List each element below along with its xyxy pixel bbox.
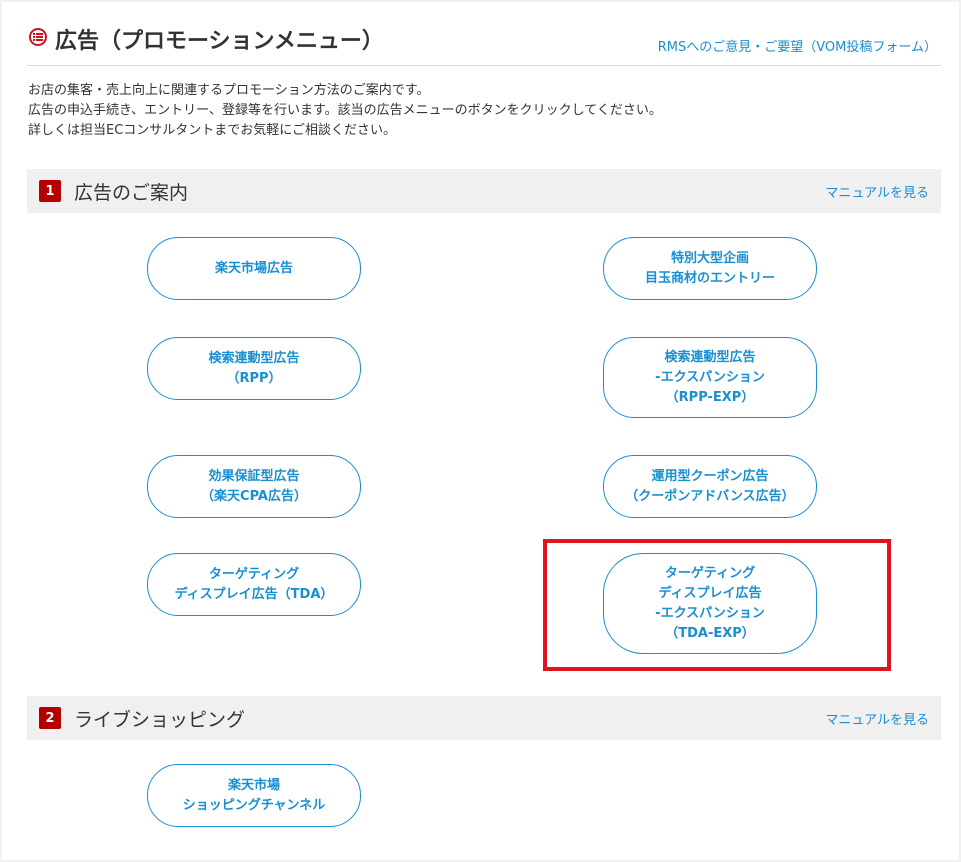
button-label: 楽天市場広告 (214, 260, 293, 276)
section-number-badge: 2 (39, 707, 61, 729)
page: 広告（プロモーションメニュー） RMSへのご意見・ご要望（VOM投稿フォーム） … (2, 2, 959, 860)
intro-line: お店の集客・売上向上に関連するプロモーション方法のご案内です。 (28, 83, 430, 98)
button-label: （RPP-EXP） (665, 389, 755, 405)
intro-line: 広告の申込手続き、エントリー、登録等を行います。該当の広告メニューのボタンをクリ… (28, 103, 662, 118)
page-header: 広告（プロモーションメニュー） RMSへのご意見・ご要望（VOM投稿フォーム） (27, 20, 941, 66)
button-label: 目玉商材のエントリー (644, 270, 775, 286)
section-title: ライブショッピング (74, 709, 246, 731)
button-label: -エクスパンション (655, 369, 765, 385)
button-label: -エクスパンション (655, 605, 765, 621)
rpp-ad-button[interactable]: 検索連動型広告 （RPP） (147, 337, 361, 400)
tda-exp-ad-button[interactable]: ターゲティング ディスプレイ広告 -エクスパンション （TDA-EXP） (603, 553, 817, 654)
button-label: （TDA-EXP） (665, 625, 755, 641)
button-label: ディスプレイ広告（TDA） (174, 586, 334, 602)
section-title: 広告のご案内 (74, 182, 189, 204)
button-label: 効果保証型広告 (208, 468, 300, 484)
feedback-link[interactable]: RMSへのご意見・ご要望（VOM投稿フォーム） (658, 36, 937, 55)
section-header-live-shopping: 2 ライブショッピング マニュアルを見る (27, 696, 941, 740)
button-label: （RPP） (226, 370, 282, 386)
manual-link[interactable]: マニュアルを見る (825, 182, 929, 201)
coupon-advance-ad-button[interactable]: 運用型クーポン広告 （クーポンアドバンス広告） (603, 455, 817, 518)
button-label: ターゲティング (664, 565, 756, 581)
manual-link[interactable]: マニュアルを見る (825, 709, 929, 728)
button-label: ターゲティング (208, 566, 300, 582)
intro-line: 詳しくは担当ECコンサルタントまでお気軽にご相談ください。 (28, 123, 397, 138)
rakuten-ichiba-ad-button[interactable]: 楽天市場広告 (147, 237, 361, 300)
button-label: ディスプレイ広告 (658, 585, 762, 601)
section-number-badge: 1 (39, 180, 61, 202)
button-label: 楽天市場 (227, 777, 280, 793)
rpp-exp-ad-button[interactable]: 検索連動型広告 -エクスパンション （RPP-EXP） (603, 337, 817, 418)
page-title: 広告（プロモーションメニュー） (55, 29, 384, 54)
button-label: （クーポンアドバンス広告） (625, 488, 795, 504)
shopping-channel-button[interactable]: 楽天市場 ショッピングチャンネル (147, 764, 361, 827)
list-icon (29, 28, 47, 46)
section-header-ads: 1 広告のご案内 マニュアルを見る (27, 169, 941, 213)
tda-ad-button[interactable]: ターゲティング ディスプレイ広告（TDA） (147, 553, 361, 616)
button-label: 特別大型企画 (670, 250, 749, 266)
intro-text: お店の集客・売上向上に関連するプロモーション方法のご案内です。 広告の申込手続き… (28, 81, 662, 141)
cpa-ad-button[interactable]: 効果保証型広告 （楽天CPA広告） (147, 455, 361, 518)
button-label: 運用型クーポン広告 (651, 468, 769, 484)
special-campaign-entry-button[interactable]: 特別大型企画 目玉商材のエントリー (603, 237, 817, 300)
button-label: 検索連動型広告 (664, 349, 756, 365)
button-label: ショッピングチャンネル (182, 797, 326, 813)
button-label: （楽天CPA広告） (201, 488, 307, 504)
button-label: 検索連動型広告 (208, 350, 300, 366)
